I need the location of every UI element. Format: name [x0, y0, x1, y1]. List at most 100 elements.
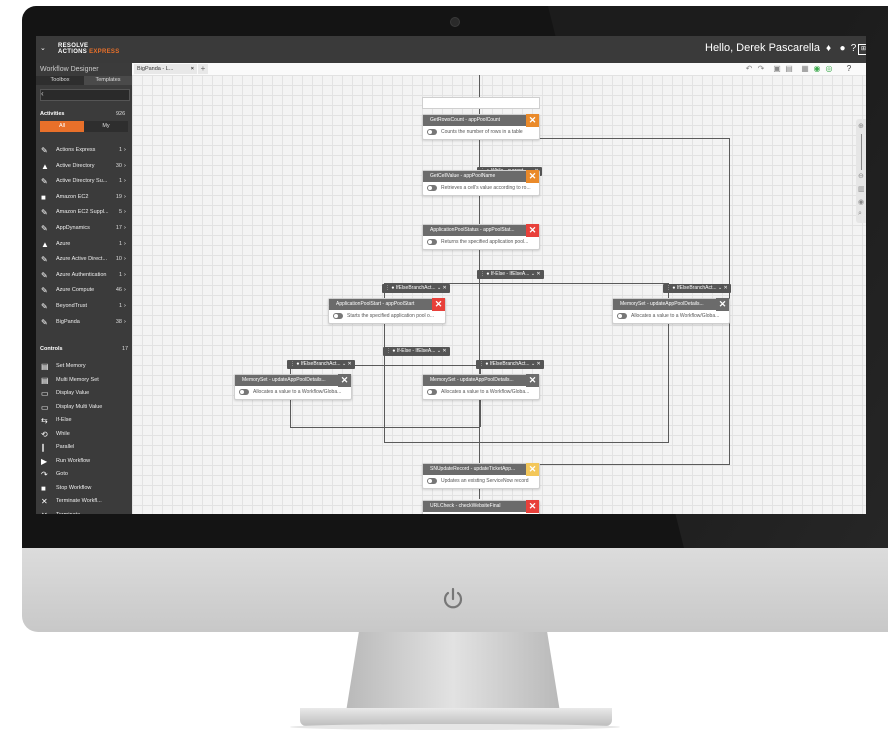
- wrench-icon: ✎: [41, 146, 48, 155]
- activity-node-description: Allocates a value to a Workflow/Globa...: [631, 313, 720, 319]
- notification-icon[interactable]: ♦: [822, 42, 835, 55]
- activity-node[interactable]: GetCellValue - appPoolName ✕ Retrieves a c…: [422, 170, 540, 196]
- sidebar-item-activity[interactable]: ■ Amazon EC2 19 ›: [36, 190, 130, 205]
- cube-icon: ■: [41, 192, 46, 202]
- sidebar-item-activity[interactable]: ✎ Actions Express 1 ›: [36, 143, 130, 158]
- activity-node[interactable]: GetRowsCount - appPoolCount ✕ Counts the n…: [422, 114, 540, 140]
- delete-icon[interactable]: ✕: [526, 114, 539, 127]
- tab-workflow[interactable]: BigPanda - L... ×: [134, 64, 197, 74]
- sidebar-item-activity[interactable]: ✎ Azure Authentication 1 ›: [36, 268, 130, 283]
- save-as-icon[interactable]: ▤: [784, 63, 794, 75]
- chevron-right-icon: ›: [124, 209, 126, 216]
- chevron-right-icon: ›: [124, 256, 126, 263]
- activity-node[interactable]: URLCheck - checkWebsiteFinal ✕Checks the …: [422, 500, 540, 514]
- branch-condition[interactable]: ⋮ ● IfElseBranchAct... ⌄ ✕: [476, 360, 544, 369]
- filter-my-button[interactable]: My: [84, 121, 128, 132]
- delete-icon[interactable]: ✕: [526, 463, 539, 476]
- zoom-slider[interactable]: [861, 134, 862, 170]
- activity-node-header: SNUpdateRecord - updateTicketApp...: [423, 464, 539, 475]
- zoom-in-icon[interactable]: ⊕: [858, 122, 864, 130]
- activity-node[interactable]: MemorySet - updateAppPoolDetails... ✕ Allo…: [422, 374, 540, 400]
- collapse-icon[interactable]: ‹: [41, 89, 44, 98]
- zoom-out-icon[interactable]: ⊖: [858, 172, 864, 180]
- activity-label: Azure Active Direct...: [56, 256, 108, 263]
- enable-toggle[interactable]: [427, 239, 437, 245]
- document-icon[interactable]: ▦: [800, 63, 810, 75]
- branch-condition[interactable]: ⋮ ● IfElseBranchAct... ⌄ ✕: [287, 360, 355, 369]
- chevron-right-icon: ›: [124, 303, 126, 309]
- app-logo: RESOLVE ACTIONS EXPRESS: [58, 43, 120, 55]
- tab-templates[interactable]: Templates: [84, 76, 132, 85]
- delete-icon[interactable]: ✕: [526, 170, 539, 183]
- sidebar-item-activity[interactable]: ▲ Azure 1 ›: [36, 237, 130, 252]
- zoom-controls[interactable]: ⊕ ⊖ ▥ ◉ ⌕: [856, 119, 866, 223]
- search-icon[interactable]: ⌕: [858, 210, 862, 218]
- sidebar-item-activity[interactable]: ✎ Active Directory Su... 1 ›: [36, 174, 130, 189]
- sidebar-item-activity[interactable]: ✎ AppDynamics 17 ›: [36, 221, 130, 236]
- terminate-icon: ✕: [41, 508, 50, 515]
- fit-icon[interactable]: ▥: [858, 185, 865, 193]
- enable-toggle[interactable]: [239, 389, 249, 395]
- enable-toggle[interactable]: [427, 478, 437, 484]
- delete-icon[interactable]: ✕: [716, 298, 729, 311]
- filter-all-button[interactable]: All: [40, 121, 84, 132]
- menu-chevron-icon[interactable]: ⌄: [40, 44, 46, 52]
- expand-icon[interactable]: ⊞: [858, 44, 866, 55]
- sidebar-item-activity[interactable]: ✎ Azure Compute 46 ›: [36, 283, 130, 298]
- activity-node-title: GetRowsCount - appPoolCount: [430, 117, 501, 123]
- view-icon[interactable]: ◉: [858, 198, 864, 206]
- enable-toggle[interactable]: [427, 389, 437, 395]
- activities-label: Activities: [40, 111, 65, 117]
- activity-node-description: Counts the number of rows in a table: [441, 129, 523, 135]
- chevron-right-icon: ›: [124, 162, 126, 169]
- top-bar: ⌄ RESOLVE ACTIONS EXPRESS Hello, Derek P…: [36, 36, 866, 63]
- enable-toggle[interactable]: [617, 313, 627, 319]
- run-icon[interactable]: ◉: [812, 63, 822, 75]
- workflow-canvas[interactable]: ⋮ ● While - current... ⌄ ✕ ⋮ ● If-Else -…: [132, 75, 866, 514]
- save-icon[interactable]: ▣: [772, 63, 782, 75]
- delete-icon[interactable]: ✕: [526, 224, 539, 237]
- delete-icon[interactable]: ✕: [526, 374, 539, 387]
- activity-count: 46: [115, 287, 122, 294]
- add-tab-button[interactable]: +: [198, 64, 208, 74]
- if-else-condition[interactable]: ⋮ ● If-Else - IfElseA... ⌄ ✕: [383, 347, 450, 356]
- sidebar-item-activity[interactable]: ✎ BigPanda 38 ›: [36, 315, 130, 330]
- activity-node-description: Starts the specified application pool o.…: [347, 313, 434, 319]
- activity-label: BigPanda: [56, 318, 80, 325]
- chevron-right-icon: ›: [124, 271, 126, 278]
- activity-node[interactable]: MemorySet - updateAppPoolDetails... ✕ Allo…: [612, 298, 730, 324]
- sidebar-item-control[interactable]: ✕ Terminate: [36, 508, 130, 515]
- wrench-icon: ✎: [41, 255, 48, 265]
- enable-toggle[interactable]: [427, 185, 437, 191]
- branch-condition[interactable]: ⋮ ● IfElseBranchAct... ⌄ ✕: [382, 284, 450, 293]
- close-tab-icon[interactable]: ×: [191, 64, 194, 74]
- delete-icon[interactable]: ✕: [432, 298, 445, 311]
- enable-toggle[interactable]: [427, 129, 437, 135]
- activity-node-header: ApplicationPoolStart - appPoolStart: [329, 299, 445, 310]
- sidebar-item-activity[interactable]: ✎ Azure Active Direct... 10 ›: [36, 252, 130, 267]
- activity-node-title: ApplicationPoolStatus - appPoolStat...: [430, 227, 515, 233]
- search-input[interactable]: [40, 89, 130, 101]
- sidebar-item-activity[interactable]: ✎ Amazon EC2 Suppl... 5 ›: [36, 205, 130, 220]
- help-icon[interactable]: ?: [844, 63, 854, 75]
- settings-icon[interactable]: ◎: [824, 63, 834, 75]
- controls-label: Controls: [40, 346, 63, 352]
- sidebar-item-activity[interactable]: ✎ BeyondTrust 1 ›: [36, 299, 130, 314]
- enable-toggle[interactable]: [333, 313, 343, 319]
- undo-icon[interactable]: ↶: [744, 63, 754, 75]
- delete-icon[interactable]: ✕: [338, 374, 351, 387]
- activity-node[interactable]: ApplicationPoolStart - appPoolStart ✕ Star…: [328, 298, 446, 324]
- activity-node[interactable]: ApplicationPoolStatus - appPoolStat... ✕ R…: [422, 224, 540, 250]
- redo-icon[interactable]: ↷: [756, 63, 766, 75]
- activity-node[interactable]: SNUpdateRecord - updateTicketApp... ✕ Upda…: [422, 463, 540, 489]
- power-icon[interactable]: [440, 586, 466, 612]
- activity-node[interactable]: MemorySet - updateAppPoolDetails... ✕ Allo…: [234, 374, 352, 400]
- activity-count: 5: [118, 209, 122, 216]
- delete-icon[interactable]: ✕: [526, 500, 539, 513]
- if-else-condition[interactable]: ⋮ ● If-Else - IfElseA... ⌄ ✕: [477, 270, 544, 279]
- tab-toolbox[interactable]: Toolbox: [36, 76, 84, 85]
- sidebar-item-activity[interactable]: ▲ Active Directory 30 ›: [36, 159, 130, 174]
- camera-icon: [450, 17, 460, 27]
- wrench-icon: ✎: [41, 177, 48, 187]
- branch-condition[interactable]: ⋮ ● IfElseBranchAct... ⌄ ✕: [663, 284, 731, 293]
